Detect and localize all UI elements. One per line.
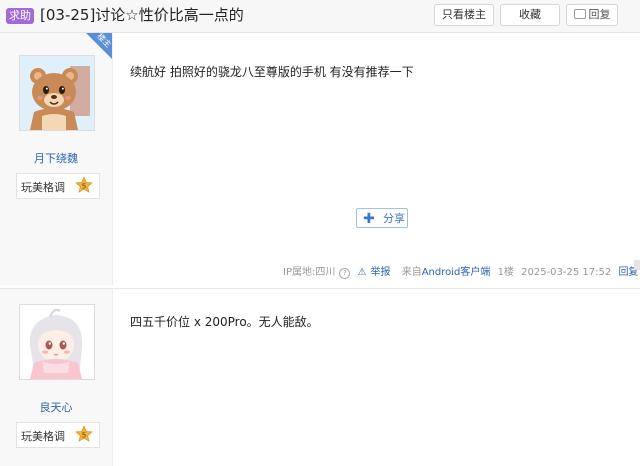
header-reply-label: 回复: [588, 8, 611, 21]
share-label: 分享: [383, 212, 405, 225]
level-name: 玩美格调: [21, 181, 65, 194]
author-name[interactable]: 良天心: [0, 399, 112, 415]
comment-icon: [573, 9, 586, 19]
svg-text:5: 5: [82, 431, 86, 439]
bear-avatar-icon: [20, 56, 94, 130]
post-content: 续航好 拍照好的骁龙八至尊版的手机 有没有推荐一下: [130, 65, 414, 79]
level-badge: 玩美格调 5: [16, 422, 100, 448]
source-client-link[interactable]: Android客户端: [422, 267, 491, 278]
plus-icon: ✚: [363, 211, 375, 227]
post-floor-1: 楼主 月下绕魏 玩美格调 5 续航好 拍照好的骁龙八至尊版的手机 有没有推荐一下…: [0, 33, 640, 285]
help-icon[interactable]: ?: [339, 268, 351, 279]
post-floor-2: 良天心 玩美格调 5 四五千价位 x 200Pro。无人能敌。: [0, 288, 640, 466]
post-time: 2025-03-25 17:52: [521, 267, 612, 278]
level-name: 玩美格调: [21, 430, 65, 443]
header-reply-button[interactable]: 回复: [566, 4, 618, 26]
author-sidebar: 楼主 月下绕魏 玩美格调 5: [0, 33, 113, 285]
thread-header: 求助 [03-25]讨论☆性价比高一点的 只看楼主 收藏 回复: [0, 0, 640, 33]
author-sidebar: 良天心 玩美格调 5: [0, 289, 113, 466]
level-badge: 玩美格调 5: [16, 173, 100, 199]
anime-girl-avatar-icon: [20, 305, 94, 379]
thread-tag: 求助: [6, 8, 34, 24]
warning-icon: ⚠: [357, 267, 367, 278]
owner-badge: 楼主: [86, 33, 112, 59]
source-prefix: 来自: [401, 267, 422, 278]
favorite-button[interactable]: 收藏: [500, 4, 560, 26]
floor-number: 1楼: [497, 267, 514, 278]
scrollbar-marker: [634, 260, 640, 270]
star-level-icon: 5: [75, 425, 93, 442]
avatar[interactable]: [19, 55, 95, 131]
report-link[interactable]: ⚠ 举报: [358, 267, 395, 278]
star-level-icon: 5: [75, 176, 93, 193]
share-button[interactable]: ✚ 分享: [356, 208, 408, 228]
thread-title: [03-25]讨论☆性价比高一点的: [40, 6, 244, 24]
post-meta: IP属地:四川? ⚠ 举报 来自Android客户端 1楼 2025-03-25 …: [283, 263, 640, 279]
author-name[interactable]: 月下绕魏: [0, 150, 112, 166]
avatar[interactable]: [19, 304, 95, 380]
only-owner-button[interactable]: 只看楼主: [434, 4, 494, 26]
svg-text:5: 5: [82, 182, 86, 190]
ip-location: IP属地:四川: [283, 267, 336, 278]
post-content: 四五千价位 x 200Pro。无人能敌。: [130, 315, 319, 329]
